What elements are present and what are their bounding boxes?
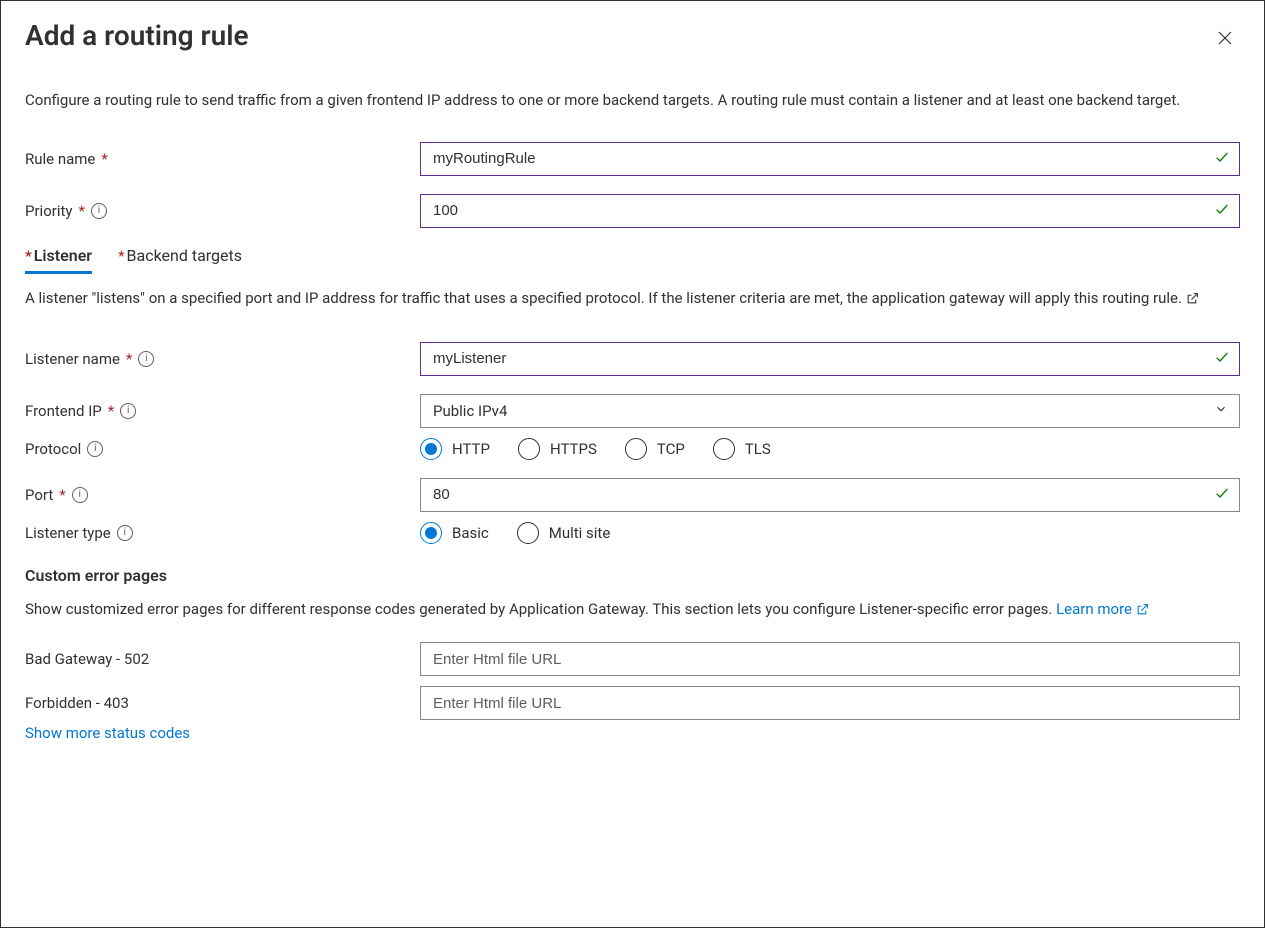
forbidden-label: Forbidden - 403 (25, 694, 420, 712)
priority-input[interactable] (420, 194, 1240, 228)
custom-error-heading: Custom error pages (25, 566, 1240, 585)
info-icon[interactable]: i (117, 525, 133, 541)
intro-text: Configure a routing rule to send traffic… (25, 90, 1240, 112)
bad-gateway-input[interactable] (420, 642, 1240, 676)
listener-name-label: Listener name * i (25, 350, 420, 368)
tab-listener[interactable]: *Listener (25, 246, 92, 274)
port-label: Port * i (25, 486, 420, 504)
listener-description: A listener "listens" on a specified port… (25, 288, 1240, 310)
required-star: * (118, 247, 124, 265)
external-link-icon[interactable] (1186, 292, 1199, 305)
protocol-radio-https[interactable]: HTTPS (518, 438, 597, 460)
required-star: * (101, 150, 107, 168)
protocol-radio-tcp[interactable]: TCP (625, 438, 685, 460)
listener-type-radio-basic[interactable]: Basic (420, 522, 489, 544)
protocol-radio-http[interactable]: HTTP (420, 438, 490, 460)
listener-name-input[interactable] (420, 342, 1240, 376)
info-icon[interactable]: i (87, 441, 103, 457)
panel-title: Add a routing rule (25, 19, 249, 52)
external-link-icon (1136, 603, 1149, 616)
protocol-radio-group: HTTP HTTPS TCP TLS (420, 438, 1240, 460)
listener-type-label: Listener type i (25, 524, 420, 542)
protocol-radio-tls[interactable]: TLS (713, 438, 771, 460)
info-icon[interactable]: i (120, 403, 136, 419)
required-star: * (25, 247, 32, 265)
info-icon[interactable]: i (138, 351, 154, 367)
rule-name-input[interactable] (420, 142, 1240, 176)
frontend-ip-label: Frontend IP * i (25, 402, 420, 420)
listener-type-radio-group: Basic Multi site (420, 522, 1240, 544)
bad-gateway-label: Bad Gateway - 502 (25, 650, 420, 668)
required-star: * (108, 402, 114, 420)
tabs: *Listener *Backend targets (25, 246, 1240, 274)
close-icon (1216, 35, 1234, 50)
required-star: * (59, 486, 65, 504)
learn-more-link[interactable]: Learn more (1056, 599, 1149, 621)
priority-label: Priority * i (25, 202, 420, 220)
custom-error-description: Show customized error pages for differen… (25, 599, 1240, 621)
info-icon[interactable]: i (91, 203, 107, 219)
tab-backend-targets[interactable]: *Backend targets (118, 246, 242, 274)
close-button[interactable] (1210, 23, 1240, 56)
protocol-label: Protocol i (25, 440, 420, 458)
rule-name-label: Rule name * (25, 150, 420, 168)
listener-type-radio-multi[interactable]: Multi site (517, 522, 611, 544)
required-star: * (78, 202, 84, 220)
forbidden-input[interactable] (420, 686, 1240, 720)
show-more-status-codes-link[interactable]: Show more status codes (25, 724, 1240, 742)
port-input[interactable] (420, 478, 1240, 512)
frontend-ip-select[interactable]: Public IPv4 (420, 394, 1240, 428)
add-routing-rule-panel: Add a routing rule Configure a routing r… (0, 0, 1265, 928)
required-star: * (126, 350, 132, 368)
info-icon[interactable]: i (72, 487, 88, 503)
